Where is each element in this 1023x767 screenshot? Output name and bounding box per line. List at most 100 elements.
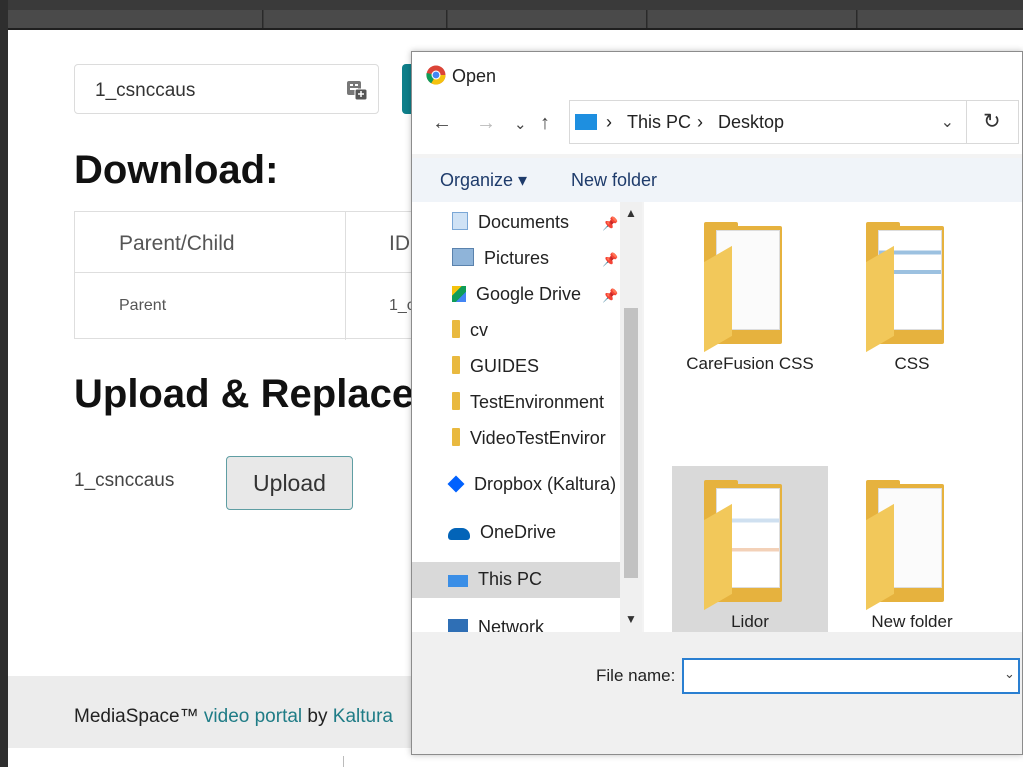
folder-name: Lidor: [731, 612, 769, 631]
top-bar-segment: [8, 10, 263, 30]
nav-item-label: This PC: [478, 569, 543, 589]
recent-locations-icon[interactable]: ⌄: [514, 115, 527, 133]
folder-name: New folder: [871, 612, 953, 631]
pin-icon: 📌: [602, 252, 619, 267]
up-arrow-icon[interactable]: ↑: [540, 112, 550, 135]
nav-item-videotestenvironment[interactable]: VideoTestEnviror: [452, 428, 606, 454]
download-heading: Download:: [74, 148, 279, 192]
nav-item-testenvironment[interactable]: TestEnvironment: [452, 392, 604, 418]
folder-icon: [452, 428, 460, 446]
dialog-titlebar[interactable]: Open: [412, 52, 1022, 98]
nav-item-dropbox[interactable]: Dropbox (Kaltura): [447, 474, 617, 500]
folder-name: CSS: [894, 354, 930, 373]
google-drive-icon: [452, 286, 466, 302]
chrome-icon: [426, 65, 446, 85]
monitor-icon: [448, 575, 468, 587]
nav-item-label: Dropbox (Kaltura): [474, 474, 617, 494]
dialog-title: Open: [452, 66, 497, 86]
table-header-cell: Parent/Child: [119, 232, 235, 255]
folder-icon: [452, 356, 460, 374]
refresh-icon: ↻: [983, 110, 1001, 133]
nav-item-label: Pictures: [484, 248, 550, 268]
folder-front: [704, 503, 732, 611]
top-bar-segment: [264, 10, 447, 30]
folder-front: [866, 503, 894, 611]
breadcrumb-separator: ›: [606, 112, 612, 132]
video-portal-link[interactable]: video portal: [204, 706, 302, 727]
footer-middle: by: [302, 706, 333, 727]
nav-item-guides[interactable]: GUIDES: [452, 356, 539, 382]
navigation-pane: Documents 📌 Pictures 📌 Google Drive 📌 cv…: [412, 202, 620, 632]
window-left-edge: [0, 0, 8, 767]
folder-front: [866, 245, 894, 353]
open-file-dialog: Open ← → ⌄ ↑ › This PC › Desktop ⌄ ↻ Org…: [411, 51, 1023, 755]
upload-replace-heading: Upload & Replace: [74, 372, 415, 416]
table-header-cell: ID: [389, 232, 410, 255]
copy-icon[interactable]: [346, 79, 368, 101]
kaltura-link[interactable]: Kaltura: [333, 706, 393, 727]
monitor-icon: [575, 114, 597, 130]
upload-button[interactable]: Upload: [226, 456, 353, 510]
entry-id-value: 1_csnccaus: [95, 80, 196, 101]
chevron-down-icon[interactable]: ⌄: [1004, 666, 1015, 682]
file-name-label: File name:: [596, 666, 676, 685]
divider: [343, 756, 344, 767]
refresh-button[interactable]: ↻: [967, 100, 1019, 144]
file-name-input[interactable]: [682, 658, 1020, 694]
chevron-down-icon[interactable]: ⌄: [941, 112, 954, 132]
nav-item-cv[interactable]: cv: [452, 320, 488, 346]
file-name-bar: File name: ⌄: [412, 632, 1022, 754]
top-bar-segment: [648, 10, 857, 30]
nav-item-this-pc[interactable]: This PC: [448, 569, 542, 595]
breadcrumb-this-pc[interactable]: This PC: [627, 112, 691, 133]
onedrive-icon: [448, 528, 470, 540]
folder-tile-carefusion-css[interactable]: CareFusion CSS: [672, 208, 828, 384]
upload-entry-id: 1_csnccaus: [74, 470, 175, 491]
breadcrumb-desktop[interactable]: Desktop: [718, 112, 784, 133]
folder-tile-css[interactable]: CSS: [834, 208, 990, 384]
nav-item-network[interactable]: Network: [448, 617, 544, 632]
top-bar-shadow: [8, 28, 1023, 30]
pin-icon: 📌: [602, 216, 619, 231]
new-folder-button[interactable]: New folder: [571, 170, 657, 191]
entry-id-field[interactable]: 1_csnccaus: [74, 64, 379, 114]
documents-icon: [452, 212, 468, 230]
command-bar: Organize ▾ New folder: [412, 158, 1022, 202]
nav-item-onedrive[interactable]: OneDrive: [448, 522, 556, 548]
download-table: Parent/Child ID Parent 1_c: [74, 211, 419, 340]
window-top-bar: [0, 0, 1023, 30]
scroll-down-icon[interactable]: ▼: [625, 612, 637, 626]
back-arrow-icon[interactable]: ←: [432, 112, 452, 135]
nav-item-label: TestEnvironment: [470, 392, 605, 412]
footer-prefix: MediaSpace™: [74, 706, 204, 727]
nav-item-label: VideoTestEnviror: [470, 428, 606, 448]
file-list: CareFusion CSS CSS Lidor New folder: [644, 202, 1022, 632]
forward-arrow-icon[interactable]: →: [476, 112, 496, 135]
nav-item-label: GUIDES: [470, 356, 540, 376]
folder-icon: [452, 320, 460, 338]
top-bar-segment: [448, 10, 647, 30]
scroll-up-icon[interactable]: ▲: [625, 206, 637, 220]
nav-item-label: Documents: [478, 212, 570, 232]
nav-pane-scrollbar[interactable]: ▲ ▼: [620, 202, 642, 632]
nav-item-label: cv: [470, 320, 488, 340]
table-cell: Parent: [119, 297, 167, 314]
dropbox-icon: [447, 475, 465, 493]
nav-item-label: Google Drive: [476, 284, 582, 304]
nav-item-google-drive[interactable]: Google Drive: [452, 284, 581, 310]
organize-menu[interactable]: Organize ▾: [440, 170, 527, 191]
nav-item-label: OneDrive: [480, 522, 557, 542]
address-bar[interactable]: › This PC › Desktop ⌄: [569, 100, 967, 144]
breadcrumb-separator: ›: [697, 112, 703, 132]
nav-item-documents[interactable]: Documents: [452, 212, 569, 238]
folder-icon: [452, 392, 460, 410]
pictures-icon: [452, 248, 474, 266]
network-icon: [448, 619, 468, 632]
folder-front: [704, 245, 732, 353]
table-divider: [345, 212, 346, 340]
folder-tile-lidor[interactable]: Lidor: [672, 466, 828, 632]
pin-icon: 📌: [602, 288, 619, 303]
scrollbar-thumb[interactable]: [624, 308, 638, 578]
folder-tile-new-folder[interactable]: New folder: [834, 466, 990, 632]
nav-item-pictures[interactable]: Pictures: [452, 248, 549, 274]
